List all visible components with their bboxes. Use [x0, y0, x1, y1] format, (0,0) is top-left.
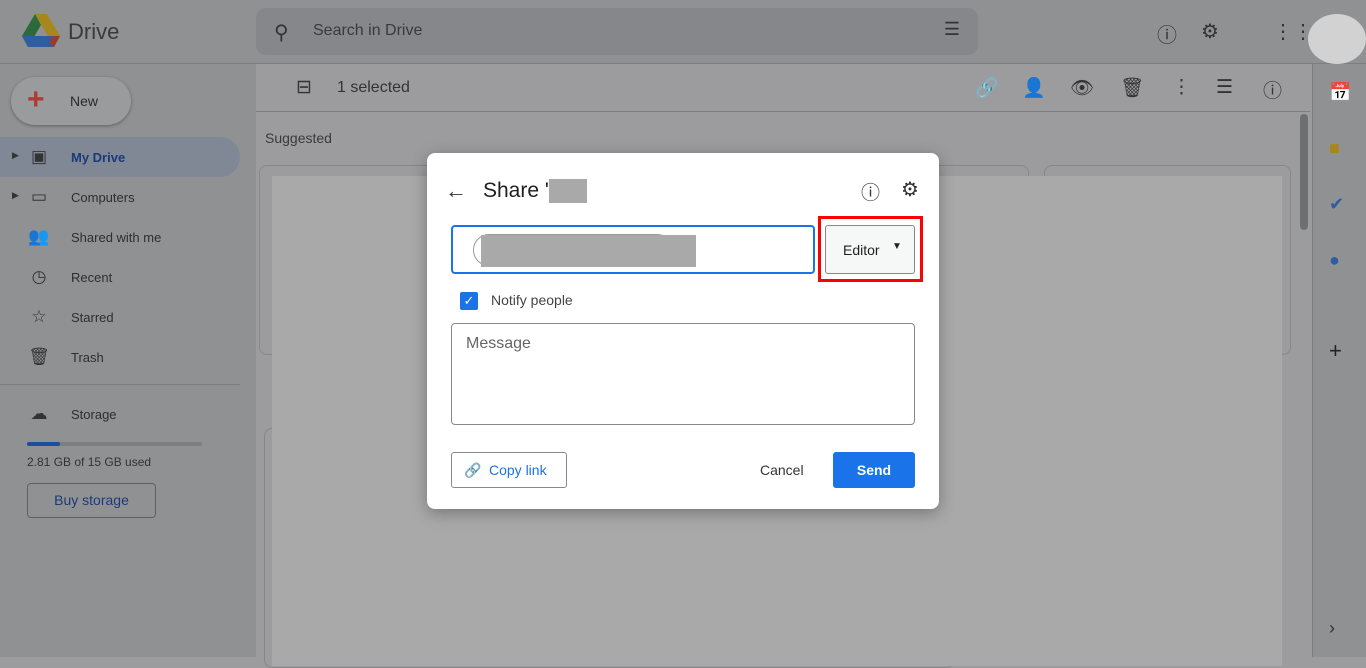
add-person-icon[interactable]: 👤 — [1022, 76, 1046, 100]
keep-icon[interactable]: ■ — [1329, 138, 1340, 159]
avatar[interactable] — [1308, 14, 1366, 64]
info-icon[interactable]: ⓘ — [1263, 76, 1282, 103]
redacted-recipient — [481, 235, 696, 267]
highlight-box — [818, 216, 923, 282]
buy-storage-button[interactable]: Buy storage — [27, 483, 156, 518]
more-icon[interactable]: ⋮ — [1172, 76, 1191, 99]
redacted-filename — [549, 179, 587, 203]
message-input[interactable]: Message — [451, 323, 915, 425]
sidebar-item-label: Starred — [71, 310, 114, 325]
new-button[interactable]: + New — [11, 77, 131, 125]
cloud-icon: ☁ — [30, 404, 48, 423]
sidebar-item-label: My Drive — [71, 150, 126, 165]
cancel-button[interactable]: Cancel — [760, 462, 804, 478]
shared-icon: 👥 — [28, 227, 50, 246]
help-icon[interactable]: ⓘ — [1157, 19, 1177, 48]
selection-toolbar: ⊟ 1 selected 🔗 👤 👁 🗑 ⋮ ☰ ⓘ — [256, 64, 1310, 112]
gear-icon[interactable]: ⚙ — [901, 177, 919, 202]
copy-link-button[interactable]: 🔗 Copy link — [451, 452, 567, 488]
add-addon-icon[interactable]: + — [1329, 338, 1342, 364]
tasks-icon[interactable]: ✔ — [1329, 194, 1344, 215]
search-icon: ⚲ — [274, 22, 289, 44]
sidebar-item-label: Recent — [71, 270, 113, 285]
plus-icon: + — [27, 83, 45, 116]
sidebar-item-trash[interactable]: 🗑 Trash — [0, 337, 240, 377]
help-icon[interactable]: ⓘ — [861, 178, 880, 205]
eye-icon[interactable]: 👁 — [1070, 76, 1094, 100]
search-input[interactable]: Search in Drive — [313, 22, 422, 40]
sidebar-item-label: Storage — [71, 407, 117, 422]
app-name: Drive — [68, 19, 120, 44]
sidebar-item-shared[interactable]: 👥 Shared with me — [0, 217, 240, 257]
link-icon: 🔗 — [464, 462, 482, 478]
storage-used: 2.81 GB of 15 GB used — [27, 455, 152, 469]
expand-icon[interactable]: ▶ — [12, 190, 19, 201]
sidebar-item-storage[interactable]: ☁ Storage — [0, 394, 240, 434]
clock-icon: ◷ — [31, 267, 47, 286]
back-arrow-icon[interactable]: ← — [445, 178, 467, 204]
apps-grid-icon[interactable]: ⋮⋮ — [1273, 19, 1313, 44]
divider — [0, 384, 240, 385]
computers-icon: ▭ — [30, 187, 48, 206]
sidebar-item-recent[interactable]: ◷ Recent — [0, 257, 240, 297]
section-heading: Suggested — [265, 130, 332, 146]
sidebar-item-starred[interactable]: ☆ Starred — [0, 297, 240, 337]
gear-icon[interactable]: ⚙ — [1201, 19, 1219, 44]
notify-label: Notify people — [491, 292, 573, 308]
trash-icon[interactable]: 🗑 — [1120, 76, 1144, 100]
my-drive-icon: ▣ — [30, 147, 48, 166]
trash-icon: 🗑 — [28, 347, 50, 366]
sidebar-item-label: Shared with me — [71, 230, 162, 245]
side-panel: 📅 ■ ✔ ● + › — [1312, 64, 1366, 657]
send-button[interactable]: Send — [833, 452, 915, 488]
star-icon: ☆ — [31, 307, 47, 326]
sidebar-item-my-drive[interactable]: ▶ ▣ My Drive — [0, 137, 240, 177]
new-label: New — [70, 93, 99, 109]
storage-bar — [27, 442, 202, 446]
dialog-title: Share ' — [483, 179, 549, 202]
chevron-right-icon[interactable]: › — [1329, 618, 1335, 639]
notify-checkbox[interactable]: ✓ — [460, 292, 478, 310]
search-options-icon[interactable]: ☰ — [944, 19, 960, 40]
top-bar: Drive ⚲ Search in Drive ☰ ⓘ ⚙ ⋮⋮ — [0, 0, 1366, 64]
storage-fill — [27, 442, 61, 446]
deselect-icon[interactable]: ⊟ — [296, 76, 312, 99]
sidebar-item-computers[interactable]: ▶ ▭ Computers — [0, 177, 240, 217]
selection-count: 1 selected — [337, 79, 410, 96]
calendar-icon[interactable]: 📅 — [1329, 82, 1351, 103]
scrollbar[interactable] — [1300, 114, 1308, 230]
sidebar-item-label: Trash — [71, 350, 104, 365]
expand-icon[interactable]: ▶ — [12, 150, 19, 161]
people-input[interactable] — [451, 225, 815, 274]
copy-link-label: Copy link — [489, 462, 547, 478]
sidebar-item-label: Computers — [71, 190, 135, 205]
contacts-icon[interactable]: ● — [1329, 250, 1340, 271]
list-view-icon[interactable]: ☰ — [1216, 76, 1233, 99]
share-dialog: ← Share ' ⓘ ⚙ Editor ▼ ✓ Notify people M… — [427, 153, 939, 509]
link-icon[interactable]: 🔗 — [975, 76, 999, 100]
drive-logo[interactable] — [22, 14, 60, 48]
search-bar[interactable]: ⚲ Search in Drive ☰ — [256, 8, 978, 55]
